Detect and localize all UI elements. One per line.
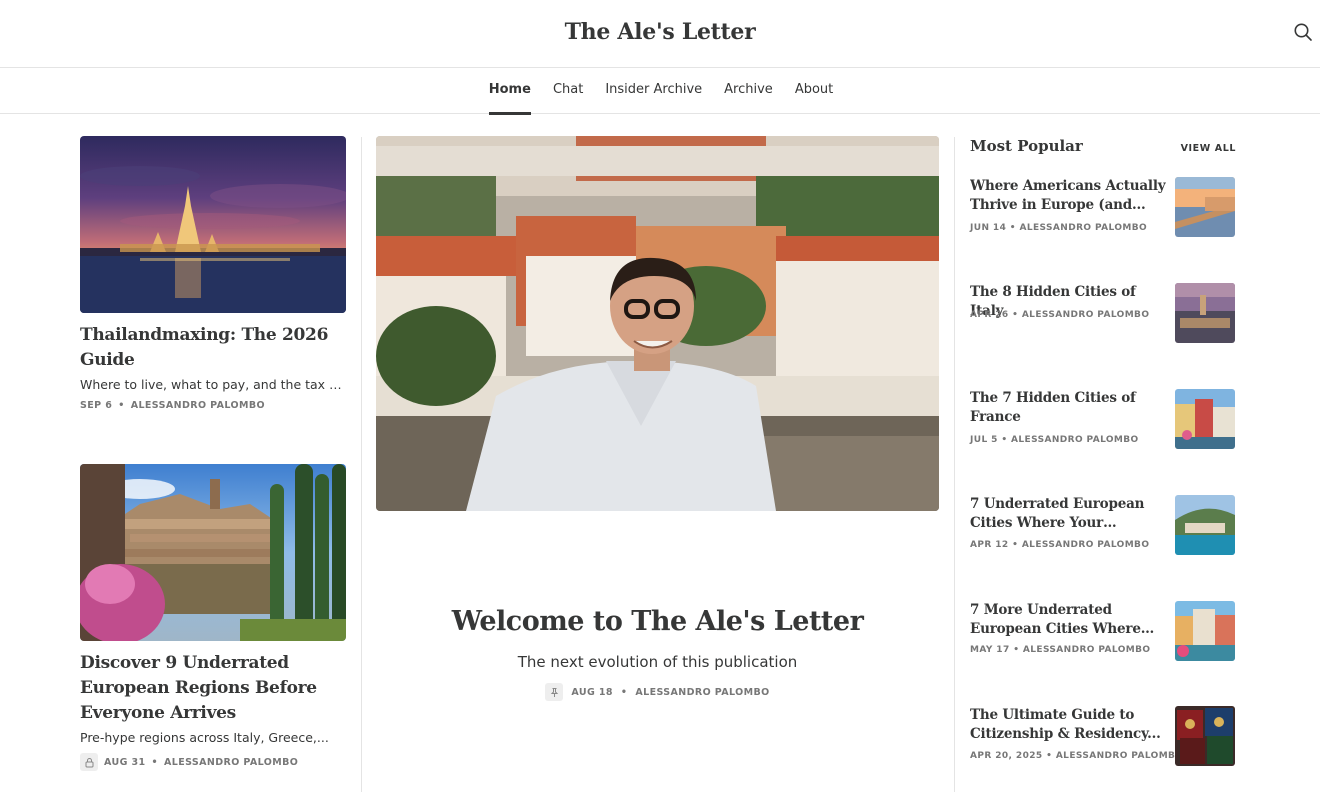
column-divider <box>361 137 362 792</box>
popular-item-meta: APR 12 • ALESSANDRO PALOMBO <box>970 540 1170 550</box>
hero-author[interactable]: ALESSANDRO PALOMBO <box>635 687 769 698</box>
post-subtitle: Where to live, what to pay, and the tax … <box>80 377 346 392</box>
popular-item-date: APR 20, 2025 <box>970 751 1043 761</box>
meta-separator: • <box>1046 751 1053 761</box>
popular-item-title[interactable]: The 7 Hidden Cities of France <box>970 389 1166 427</box>
lock-icon <box>80 753 98 771</box>
nav-about[interactable]: About <box>795 68 833 114</box>
meta-separator: • <box>118 400 125 411</box>
popular-item-title[interactable]: 7 More Underrated European Cities Where … <box>970 601 1166 639</box>
pin-icon <box>545 683 564 701</box>
popular-item-author[interactable]: ALESSANDRO PALOMBO <box>1020 223 1148 233</box>
meta-separator: • <box>1012 310 1019 320</box>
view-all-link[interactable]: VIEW ALL <box>1180 143 1236 154</box>
search-button[interactable] <box>1293 22 1315 44</box>
post-title[interactable]: Discover 9 Underrated European Regions B… <box>80 651 346 726</box>
popular-item-title[interactable]: Where Americans Actually Thrive in Europ… <box>970 177 1166 215</box>
popular-item-thumbnail[interactable] <box>1175 601 1235 661</box>
meta-separator: • <box>1012 540 1019 550</box>
popular-item-meta: MAY 17 • ALESSANDRO PALOMBO <box>970 645 1170 655</box>
popular-item-thumbnail[interactable] <box>1175 389 1235 449</box>
popular-item-author[interactable]: ALESSANDRO PALOMBO <box>1056 751 1184 761</box>
popular-item-date: JUN 14 <box>970 223 1007 233</box>
popular-item-meta: APR 20, 2025 • ALESSANDRO PALOMBO <box>970 751 1183 761</box>
site-title[interactable]: The Ale's Letter <box>0 19 1320 45</box>
hero-image[interactable] <box>376 136 939 511</box>
nav-chat[interactable]: Chat <box>553 68 583 114</box>
meta-separator: • <box>1013 645 1020 655</box>
post-date: AUG 31 <box>104 756 146 768</box>
popular-item[interactable]: The 7 Hidden Cities of France JUL 5 • AL… <box>970 389 1236 451</box>
hero-title[interactable]: Welcome to The Ale's Letter <box>376 606 939 637</box>
nav-insider-archive[interactable]: Insider Archive <box>605 68 702 114</box>
most-popular-heading: Most Popular <box>970 137 1083 155</box>
popular-item-thumbnail[interactable] <box>1175 283 1235 343</box>
popular-item[interactable]: The Ultimate Guide to Citizenship & Resi… <box>970 706 1236 768</box>
popular-item-thumbnail[interactable] <box>1175 706 1235 766</box>
popular-item-date: APR 26 <box>970 310 1009 320</box>
popular-item-author[interactable]: ALESSANDRO PALOMBO <box>1023 645 1151 655</box>
post-title[interactable]: Thailandmaxing: The 2026 Guide <box>80 323 346 373</box>
main-nav: Home Chat Insider Archive Archive About <box>0 68 1320 115</box>
post-card[interactable]: Thailandmaxing: The 2026 Guide Where to … <box>80 136 346 411</box>
meta-separator: • <box>151 756 158 768</box>
popular-item[interactable]: 7 Underrated European Cities Where Your … <box>970 495 1236 557</box>
popular-item-meta: APR 26 • ALESSANDRO PALOMBO <box>970 310 1170 320</box>
nav-archive[interactable]: Archive <box>724 68 773 114</box>
hero-date: AUG 18 <box>571 686 613 698</box>
popular-item[interactable]: The 8 Hidden Cities of Italy APR 26 • AL… <box>970 283 1236 345</box>
popular-item-meta: JUL 5 • ALESSANDRO PALOMBO <box>970 435 1170 445</box>
site-header: The Ale's Letter <box>0 0 1320 68</box>
post-date: SEP 6 <box>80 400 113 411</box>
popular-item-thumbnail[interactable] <box>1175 177 1235 237</box>
popular-item-title[interactable]: The Ultimate Guide to Citizenship & Resi… <box>970 706 1166 744</box>
post-author[interactable]: ALESSANDRO PALOMBO <box>164 757 298 768</box>
popular-item-date: APR 12 <box>970 540 1009 550</box>
meta-separator: • <box>1009 223 1016 233</box>
meta-separator: • <box>620 686 628 698</box>
popular-item[interactable]: Where Americans Actually Thrive in Europ… <box>970 177 1236 239</box>
post-subtitle: Pre-hype regions across Italy, Greece,..… <box>80 730 329 745</box>
column-divider <box>954 137 955 792</box>
search-icon <box>1294 23 1312 41</box>
post-meta: SEP 6 • ALESSANDRO PALOMBO <box>80 400 346 411</box>
hero-meta: AUG 18 • ALESSANDRO PALOMBO <box>376 683 939 701</box>
popular-item-thumbnail[interactable] <box>1175 495 1235 555</box>
popular-item-meta: JUN 14 • ALESSANDRO PALOMBO <box>970 223 1170 233</box>
popular-item-date: JUL 5 <box>970 435 998 445</box>
post-author[interactable]: ALESSANDRO PALOMBO <box>131 400 265 411</box>
nav-home[interactable]: Home <box>488 68 532 115</box>
popular-item-author[interactable]: ALESSANDRO PALOMBO <box>1022 310 1150 320</box>
popular-item-title[interactable]: 7 Underrated European Cities Where Your … <box>970 495 1166 533</box>
post-card[interactable]: Discover 9 Underrated European Regions B… <box>80 464 346 771</box>
popular-item-date: MAY 17 <box>970 645 1010 655</box>
post-meta: AUG 31 • ALESSANDRO PALOMBO <box>80 753 346 771</box>
popular-item-author[interactable]: ALESSANDRO PALOMBO <box>1011 435 1139 445</box>
meta-separator: • <box>1001 435 1008 445</box>
popular-item-author[interactable]: ALESSANDRO PALOMBO <box>1022 540 1150 550</box>
popular-item[interactable]: 7 More Underrated European Cities Where … <box>970 601 1236 663</box>
post-thumbnail[interactable] <box>80 464 346 641</box>
hero-subtitle: The next evolution of this publication <box>517 653 798 671</box>
post-thumbnail[interactable] <box>80 136 346 313</box>
